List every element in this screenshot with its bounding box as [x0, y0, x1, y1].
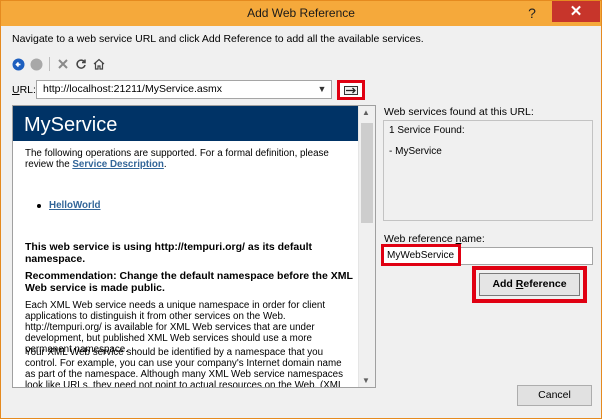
services-count: 1 Service Found: [389, 125, 465, 136]
go-button-highlight [337, 80, 365, 100]
stop-icon[interactable] [56, 57, 70, 71]
recommendation-text: Recommendation: Change the default names… [25, 270, 353, 294]
back-icon[interactable] [11, 57, 25, 71]
add-reference-button[interactable]: Add Reference [479, 273, 580, 296]
home-icon[interactable] [92, 57, 106, 71]
go-button[interactable] [344, 86, 358, 95]
vertical-scrollbar[interactable]: ▲ ▼ [358, 106, 375, 387]
services-found-label: Web services found at this URL: [384, 106, 534, 118]
service-browser-pane[interactable]: MyService The following operations are s… [12, 105, 376, 388]
intro-paragraph: The following operations are supported. … [25, 148, 329, 170]
operation-link-helloworld[interactable]: HelloWorld [49, 200, 101, 211]
reference-name-field-background[interactable] [459, 247, 593, 265]
add-web-reference-dialog: Add Web Reference ? ✕ Navigate to a web … [0, 0, 602, 419]
scrollbar-thumb[interactable] [361, 123, 373, 223]
chevron-down-icon[interactable]: ▼ [315, 82, 329, 97]
help-button[interactable]: ? [518, 1, 546, 25]
service-description-link[interactable]: Service Description [72, 159, 163, 170]
namespace-paragraph-2: Your XML Web service should be identifie… [25, 347, 344, 388]
service-name-header: MyService [13, 106, 359, 141]
reference-name-input[interactable] [384, 247, 458, 263]
close-button[interactable]: ✕ [552, 1, 600, 22]
add-reference-highlight: Add Reference [472, 266, 587, 303]
service-page-content: The following operations are supported. … [13, 141, 359, 387]
url-input[interactable]: http://localhost:21211/MyService.asmx ▼ [36, 80, 332, 99]
url-label: URL: [12, 84, 36, 96]
dialog-title: Add Web Reference [247, 6, 355, 20]
reference-name-highlight [381, 244, 461, 266]
forward-icon[interactable] [29, 57, 43, 71]
services-found-list: 1 Service Found: - MyService [383, 120, 593, 221]
refresh-icon[interactable] [74, 57, 88, 71]
service-item: - MyService [389, 146, 442, 157]
bullet-icon [37, 204, 41, 208]
browser-toolbar [11, 55, 110, 73]
cancel-button[interactable]: Cancel [517, 385, 592, 406]
url-value[interactable]: http://localhost:21211/MyService.asmx [43, 83, 222, 95]
operation-list-item: HelloWorld [49, 200, 375, 211]
instruction-text: Navigate to a web service URL and click … [12, 33, 424, 45]
toolbar-separator [49, 57, 50, 71]
scroll-down-icon[interactable]: ▼ [362, 376, 370, 385]
namespace-warning-heading: This web service is using http://tempuri… [25, 241, 313, 265]
title-bar: Add Web Reference ? ✕ [1, 1, 601, 26]
scroll-up-icon[interactable]: ▲ [362, 108, 370, 117]
